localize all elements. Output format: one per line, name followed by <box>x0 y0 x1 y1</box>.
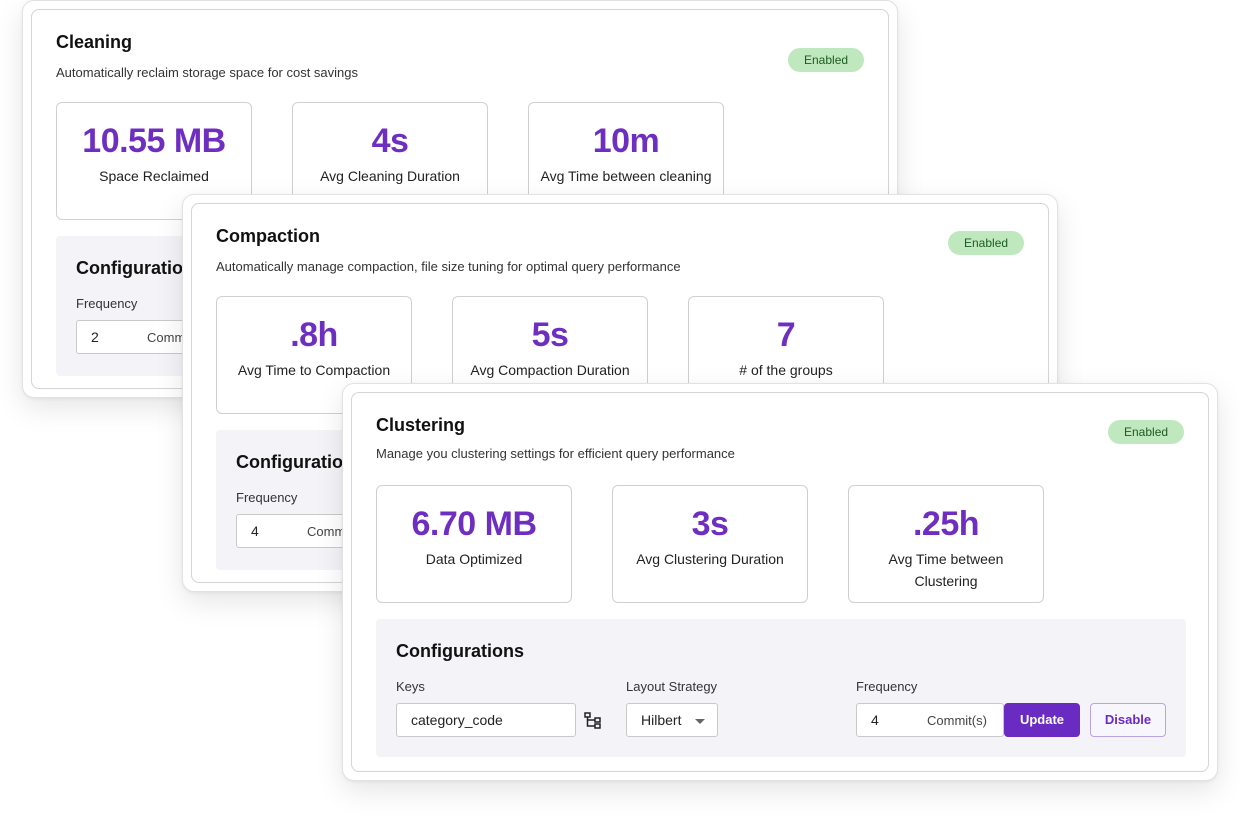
clustering-config-title: Configurations <box>396 641 524 661</box>
layout-strategy-label: Layout Strategy <box>626 679 718 694</box>
clustering-card: Clustering Manage you clustering setting… <box>342 383 1218 781</box>
compaction-config-title: Configuration <box>236 452 354 472</box>
metric-label: Avg Cleaning Duration <box>320 168 460 184</box>
metric-label: Data Optimized <box>425 551 523 567</box>
metric-value: 4s <box>371 122 409 160</box>
compaction-subtitle: Automatically manage compaction, file si… <box>216 259 681 274</box>
cleaning-frequency-label: Frequency <box>76 296 138 311</box>
metric-value: 5s <box>531 316 569 354</box>
metric-label: Avg Time between Clustering <box>888 551 1004 589</box>
cleaning-config-title: Configuration <box>76 258 194 278</box>
metric-label: Avg Time between cleaning <box>540 168 712 184</box>
metric-label: # of the groups <box>739 362 833 378</box>
clustering-status-badge: Enabled <box>1108 420 1185 444</box>
metric-value: .25h <box>912 505 980 543</box>
metric-label: Avg Compaction Duration <box>470 362 630 378</box>
cleaning-subtitle: Automatically reclaim storage space for … <box>56 65 359 80</box>
metric-value: .8h <box>290 316 338 354</box>
metric-value: 10m <box>592 122 660 160</box>
clustering-frequency-input[interactable]: 4 Commit(s) <box>856 703 1004 737</box>
frequency-unit: Comm <box>147 330 186 345</box>
clustering-metric-avg-time-between: .25h Avg Time between Clustering <box>848 485 1044 603</box>
compaction-title: Compaction <box>216 226 321 246</box>
metric-value: 3s <box>691 505 729 543</box>
layout-strategy-select[interactable]: Hilbert <box>626 703 718 737</box>
frequency-value: 4 <box>251 523 259 539</box>
keys-value: category_code <box>411 712 503 728</box>
update-button[interactable]: Update <box>1004 703 1080 737</box>
clustering-frequency-label: Frequency <box>856 679 918 694</box>
compaction-frequency-label: Frequency <box>236 490 298 505</box>
keys-label: Keys <box>396 679 425 694</box>
cleaning-status-badge: Enabled <box>788 48 865 72</box>
metric-label: Avg Time to Compaction <box>237 362 391 378</box>
clustering-metric-avg-duration: 3s Avg Clustering Duration <box>612 485 808 603</box>
metric-value: 10.55 MB <box>82 122 226 160</box>
keys-input[interactable]: category_code <box>396 703 576 737</box>
metric-label: Avg Clustering Duration <box>636 551 784 567</box>
metric-label: Space Reclaimed <box>99 168 209 184</box>
hierarchy-icon[interactable] <box>584 711 602 729</box>
disable-button[interactable]: Disable <box>1090 703 1166 737</box>
frequency-value: 2 <box>91 329 99 345</box>
metric-value: 7 <box>776 316 796 354</box>
clustering-subtitle: Manage you clustering settings for effic… <box>376 446 735 461</box>
chevron-down-icon <box>695 719 705 724</box>
clustering-config-panel: Configurations Keys category_code Layout… <box>376 619 1186 757</box>
metric-value: 6.70 MB <box>411 505 538 543</box>
frequency-unit: Commit(s) <box>927 713 987 728</box>
clustering-card-inner: Clustering Manage you clustering setting… <box>351 392 1209 772</box>
frequency-value: 4 <box>871 712 879 728</box>
cleaning-title: Cleaning <box>56 32 133 52</box>
clustering-metric-data-optimized: 6.70 MB Data Optimized <box>376 485 572 603</box>
frequency-unit: Comm <box>307 524 346 539</box>
hierarchy-icon-svg <box>584 712 601 729</box>
compaction-status-badge: Enabled <box>948 231 1025 255</box>
clustering-title: Clustering <box>376 415 466 435</box>
layout-strategy-value: Hilbert <box>641 712 682 728</box>
